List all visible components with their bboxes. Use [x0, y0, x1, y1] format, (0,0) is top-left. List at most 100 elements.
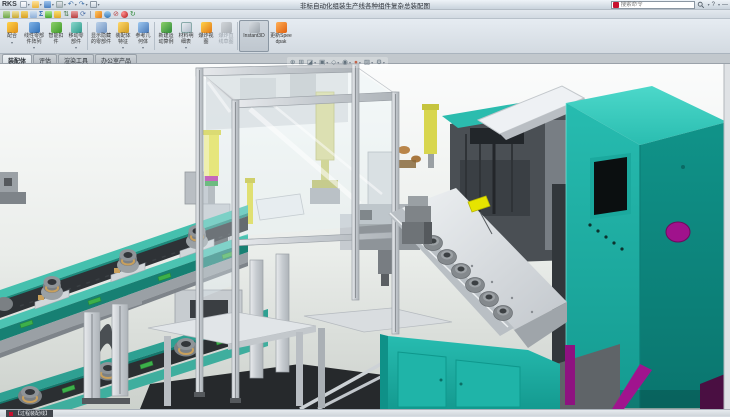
select-button[interactable]: ▾ — [90, 1, 100, 8]
ribbon-button-new-motion-study[interactable]: 新建运动算例 — [156, 20, 176, 52]
chevron-down-icon: ▾ — [11, 40, 13, 45]
ribbon-button-update-speedpak[interactable]: 更新Speedpak — [269, 20, 293, 52]
status-doc-icon — [9, 412, 13, 416]
command-manager-ribbon: 配合▾ 线性零部件阵列▾ 智能扣件 移动零部件▾ 显示隐藏的零部件 装配体特征▾… — [0, 19, 730, 54]
heads-up-view-toolbar: ⊕ ⊞ ◪▾ ▣▾ ◇▾ ◉▾ ●▾ ▨▾ ⚙▾ — [287, 57, 388, 68]
chevron-down-icon: ▾ — [52, 2, 54, 7]
show-hidden-components-icon — [96, 22, 107, 33]
new-document-button[interactable]: ▾ — [20, 1, 30, 8]
redo-button[interactable]: ↷▾ — [79, 1, 88, 8]
section-view-icon[interactable]: ◪▾ — [307, 59, 316, 67]
ribbon-button-instant3d[interactable]: Instant3D — [239, 20, 269, 52]
chevron-down-icon[interactable]: ▾ — [718, 2, 720, 7]
magenta-port — [666, 222, 690, 242]
status-bar: 【过程装配线】 — [0, 409, 730, 416]
view-grid-icon[interactable] — [3, 11, 10, 18]
graphics-viewport[interactable]: ⊕ ⊞ ◪▾ ▣▾ ◇▾ ◉▾ ●▾ ▨▾ ⚙▾ — [0, 64, 730, 409]
print-button[interactable]: ▾ — [56, 1, 66, 8]
chevron-down-icon: ▾ — [185, 45, 187, 50]
globe-icon[interactable] — [104, 11, 111, 18]
search-input[interactable] — [621, 1, 693, 8]
ribbon-separator — [237, 22, 238, 50]
save-button[interactable]: ▾ — [44, 1, 54, 8]
chevron-down-icon: ▾ — [122, 45, 124, 50]
chevron-down-icon: ▾ — [40, 2, 42, 7]
bill-of-materials-icon — [181, 22, 192, 33]
ribbon-button-assembly-features[interactable]: 装配体特征▾ — [113, 20, 133, 52]
chevron-down-icon: ▾ — [98, 2, 100, 7]
chevron-down-icon: ▾ — [75, 45, 77, 50]
clock-icon[interactable] — [12, 11, 19, 18]
ribbon-button-mate[interactable]: 配合▾ — [2, 20, 22, 52]
zoom-fit-icon[interactable]: ⊕ — [290, 59, 295, 67]
window-icon[interactable] — [30, 11, 37, 18]
chevron-down-icon: ▾ — [75, 2, 77, 7]
no-entry-icon[interactable]: ⊘ — [113, 11, 119, 18]
mate-icon — [7, 22, 18, 33]
ribbon-button-reference-geometry[interactable]: 参考几何体▾ — [133, 20, 153, 52]
select-icon — [90, 1, 97, 8]
apply-scene-icon[interactable]: ▨▾ — [364, 59, 373, 67]
ribbon-separator — [87, 22, 88, 50]
assembly-features-icon — [118, 22, 129, 33]
solidworks-window: RKS ▾ ▾ ▾ ▾ ↶▾ ↷▾ ▾ 非标自动化组装生产线各种组件复杂总装配图… — [0, 0, 730, 416]
ribbon-button-bill-of-materials[interactable]: 材料明细表▾ — [176, 20, 196, 52]
chevron-down-icon: ▾ — [33, 45, 35, 50]
mass-properties-icon[interactable] — [54, 11, 61, 18]
ribbon-button-exploded-view[interactable]: 爆炸视图 — [196, 20, 216, 52]
print-icon — [56, 1, 63, 8]
measure-icon[interactable] — [45, 11, 52, 18]
toolbar-separator — [90, 11, 91, 18]
chevron-down-icon: ▾ — [28, 2, 30, 7]
minimize-button[interactable]: — — [722, 2, 728, 8]
save-icon — [44, 1, 51, 8]
update-speedpak-icon — [276, 22, 287, 33]
edit-appearance-icon[interactable]: ●▾ — [354, 59, 361, 67]
move-component-icon — [71, 22, 82, 33]
ribbon-button-show-hidden-components[interactable]: 显示隐藏的零部件 — [89, 20, 113, 52]
chevron-down-icon: ▾ — [142, 45, 144, 50]
assembly-3d-model[interactable] — [0, 64, 730, 409]
open-icon — [32, 1, 39, 8]
tab-evaluate[interactable]: 评估 — [33, 54, 57, 63]
solidworks-logo: RKS — [2, 1, 17, 8]
undo-button[interactable]: ↶▾ — [68, 1, 77, 8]
ribbon-button-linear-pattern[interactable]: 线性零部件阵列▾ — [22, 20, 46, 52]
ribbon-button-smart-fasteners[interactable]: 智能扣件 — [46, 20, 66, 52]
appearance-ball-icon[interactable] — [121, 11, 128, 18]
zoom-area-icon[interactable]: ⊞ — [298, 59, 303, 67]
equations-sigma-icon[interactable]: Σ — [39, 11, 43, 18]
title-bar: RKS ▾ ▾ ▾ ▾ ↶▾ ↷▾ ▾ 非标自动化组装生产线各种组件复杂总装配图… — [0, 0, 730, 10]
updown-arrows-icon[interactable]: ⇅ — [63, 11, 69, 18]
undo-icon: ↶ — [68, 1, 74, 8]
chevron-down-icon: ▾ — [86, 2, 88, 7]
instant3d-icon — [249, 22, 260, 33]
tab-render-tools[interactable]: 渲染工具 — [58, 54, 94, 63]
task-pane-strip[interactable] — [724, 64, 730, 409]
cabinet-window — [594, 157, 627, 215]
display-style-icon[interactable]: ◇▾ — [331, 59, 339, 67]
help-button[interactable]: ? — [712, 2, 715, 8]
refresh-icon[interactable]: ↻ — [130, 11, 136, 18]
save-table-icon[interactable] — [21, 11, 28, 18]
hide-show-items-icon[interactable]: ◉▾ — [342, 59, 351, 67]
search-box[interactable] — [611, 1, 695, 9]
linear-pattern-icon — [29, 22, 40, 33]
ribbon-button-explode-line-sketch[interactable]: 爆炸直线草图 — [216, 20, 236, 52]
reference-geometry-icon — [138, 22, 149, 33]
solidworks-badge-icon — [613, 2, 619, 8]
view-orientation-icon[interactable]: ▣▾ — [319, 59, 328, 67]
chevron-down-icon: ▾ — [64, 2, 66, 7]
rotate-icon[interactable]: ⟳ — [80, 11, 86, 18]
tab-assembly[interactable]: 装配体 — [2, 54, 32, 63]
chevron-down-icon[interactable]: ▾ — [708, 2, 710, 7]
tab-office-products[interactable]: 办公室产品 — [95, 54, 137, 63]
explode-line-sketch-icon — [221, 22, 232, 33]
ribbon-button-move-component[interactable]: 移动零部件▾ — [66, 20, 86, 52]
tools-icon[interactable] — [71, 11, 78, 18]
pattern-diamond-icon[interactable] — [95, 11, 102, 18]
search-icon[interactable] — [697, 1, 705, 9]
open-button[interactable]: ▾ — [32, 1, 42, 8]
assembly-toolbar: Σ ⇅ ⟳ ⊘ ↻ — [0, 10, 730, 19]
view-settings-icon[interactable]: ⚙▾ — [376, 59, 385, 67]
